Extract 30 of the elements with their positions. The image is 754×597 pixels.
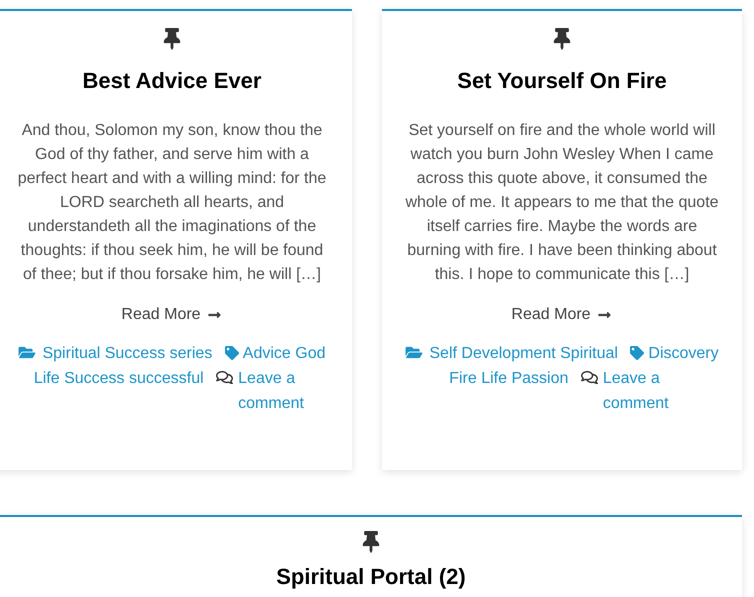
tag-link[interactable]: Success [64, 370, 125, 387]
comment-link[interactable]: Leave a comment [238, 366, 310, 416]
tag-link[interactable]: Life [34, 370, 60, 387]
post-title[interactable]: Best Advice Ever [82, 67, 262, 95]
read-more-link[interactable]: Read More [511, 303, 613, 327]
tag-link[interactable]: successful [129, 370, 204, 387]
tag-link[interactable]: Fire [449, 370, 477, 387]
pin-icon [361, 531, 381, 553]
post-title[interactable]: Set Yourself On Fire [457, 67, 667, 95]
comment-link[interactable]: Leave a comment [602, 366, 675, 416]
category-link[interactable]: Spiritual Success series [42, 345, 212, 362]
category-link[interactable]: Self Development [429, 345, 556, 362]
tag-link[interactable]: Advice [242, 345, 291, 362]
post-excerpt: Set yourself on fire and the whole world will watch you burn John Wesley When I came across this quote above, it consumed the whole of me. It appears to me that the quote itself carries fire. Maybe the words are burning with fire. I have been thinking about this. I hope to communicate this […] [404, 121, 720, 285]
tag-link[interactable]: Discovery [648, 345, 719, 362]
category-link[interactable]: Spiritual [560, 345, 618, 362]
pin-icon [162, 28, 182, 50]
pin-icon [552, 28, 572, 50]
tag-link[interactable]: Life [481, 370, 507, 387]
comments-icon [216, 370, 234, 385]
folder-icon [405, 345, 424, 360]
folder-icon [18, 345, 36, 360]
tag-icon [224, 346, 239, 360]
tag-icon [630, 346, 644, 360]
tag-link[interactable]: Passion [511, 370, 568, 387]
read-more-link[interactable]: Read More [121, 303, 223, 327]
tag-link[interactable]: God [295, 345, 326, 362]
comments-icon [580, 370, 598, 385]
post-excerpt: And thou, Solomon my son, know thou the God of thy father, and serve him with a perfect heart and with a willing mind: for the LORD searcheth all hearts, and understandeth all the imaginations of the thoughts: if thou seek him, he will be found of thee; but if thou forsake him, he will […] [16, 121, 328, 285]
post-title[interactable]: Spiritual Portal (2) [276, 563, 466, 591]
